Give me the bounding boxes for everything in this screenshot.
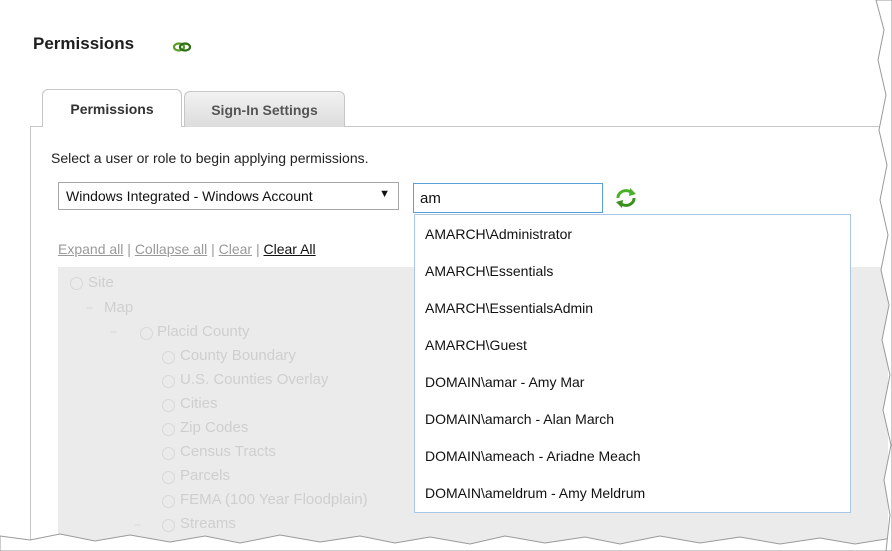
suggestion-item[interactable]: AMARCH\EssentialsAdmin bbox=[425, 300, 593, 316]
tree-radio bbox=[162, 495, 175, 508]
clear-all-link[interactable]: Clear All bbox=[264, 241, 316, 257]
tree-node-layer: Streams bbox=[180, 515, 236, 532]
suggestion-item[interactable]: AMARCH\Administrator bbox=[425, 226, 572, 242]
collapse-toggle-icon: − bbox=[110, 325, 118, 339]
separator: | bbox=[211, 241, 215, 257]
tree-radio bbox=[162, 399, 175, 412]
tree-radio bbox=[162, 471, 175, 484]
tree-node-county: Placid County bbox=[157, 323, 250, 340]
permissions-page: Permissions Permissions Sign-In Settings… bbox=[0, 0, 892, 551]
auth-type-selected: Windows Integrated - Windows Account bbox=[66, 188, 313, 204]
tree-radio bbox=[162, 447, 175, 460]
tab-permissions[interactable]: Permissions bbox=[42, 89, 182, 127]
refresh-icon[interactable] bbox=[614, 187, 638, 209]
collapse-toggle-icon: − bbox=[86, 301, 94, 315]
separator: | bbox=[255, 241, 260, 257]
clear-link[interactable]: Clear bbox=[219, 241, 252, 257]
tree-node-layer: Census Tracts bbox=[180, 443, 276, 460]
collapse-toggle-icon: − bbox=[134, 518, 142, 532]
suggestion-item[interactable]: AMARCH\Guest bbox=[425, 337, 527, 353]
expand-all-link[interactable]: Expand all bbox=[58, 241, 123, 257]
tree-node-layer: U.S. Counties Overlay bbox=[180, 371, 329, 388]
tree-radio bbox=[162, 519, 175, 532]
tree-radio bbox=[162, 351, 175, 364]
tree-links: Expand all | Collapse all | Clear | Clea… bbox=[58, 241, 316, 257]
suggestion-item[interactable]: DOMAIN\amar - Amy Mar bbox=[425, 374, 584, 390]
tree-node-layer: Parcels bbox=[180, 467, 231, 484]
tree-radio bbox=[70, 277, 83, 290]
suggestion-item[interactable]: DOMAIN\amarch - Alan March bbox=[425, 411, 614, 427]
user-suggestion-list: AMARCH\Administrator AMARCH\Essentials A… bbox=[414, 214, 851, 513]
tree-radio bbox=[162, 423, 175, 436]
page-title: Permissions bbox=[33, 34, 135, 53]
instruction-text: Select a user or role to begin applying … bbox=[51, 150, 369, 166]
user-search-input[interactable] bbox=[413, 183, 603, 213]
tree-node-site: Site bbox=[88, 274, 114, 291]
suggestion-item[interactable]: DOMAIN\ameldrum - Amy Meldrum bbox=[425, 485, 645, 501]
tree-node-layer: Cities bbox=[180, 395, 218, 412]
tree-radio bbox=[162, 375, 175, 388]
tree-node-layer: FEMA (100 Year Floodplain) bbox=[180, 491, 368, 508]
auth-type-select[interactable]: Windows Integrated - Windows Account ▼ bbox=[58, 182, 399, 210]
tree-node-layer: County Boundary bbox=[180, 347, 296, 364]
link-chain-icon bbox=[172, 42, 192, 52]
suggestion-item[interactable]: DOMAIN\ameach - Ariadne Meach bbox=[425, 448, 641, 464]
tab-sign-in-settings[interactable]: Sign-In Settings bbox=[184, 91, 345, 127]
tree-radio bbox=[140, 327, 153, 340]
tree-node-layer: Zip Codes bbox=[180, 419, 249, 436]
suggestion-item[interactable]: AMARCH\Essentials bbox=[425, 263, 553, 279]
tree-node-map: Map bbox=[104, 299, 134, 316]
collapse-all-link[interactable]: Collapse all bbox=[135, 241, 207, 257]
dropdown-arrow-icon: ▼ bbox=[379, 188, 390, 200]
separator: | bbox=[127, 241, 131, 257]
